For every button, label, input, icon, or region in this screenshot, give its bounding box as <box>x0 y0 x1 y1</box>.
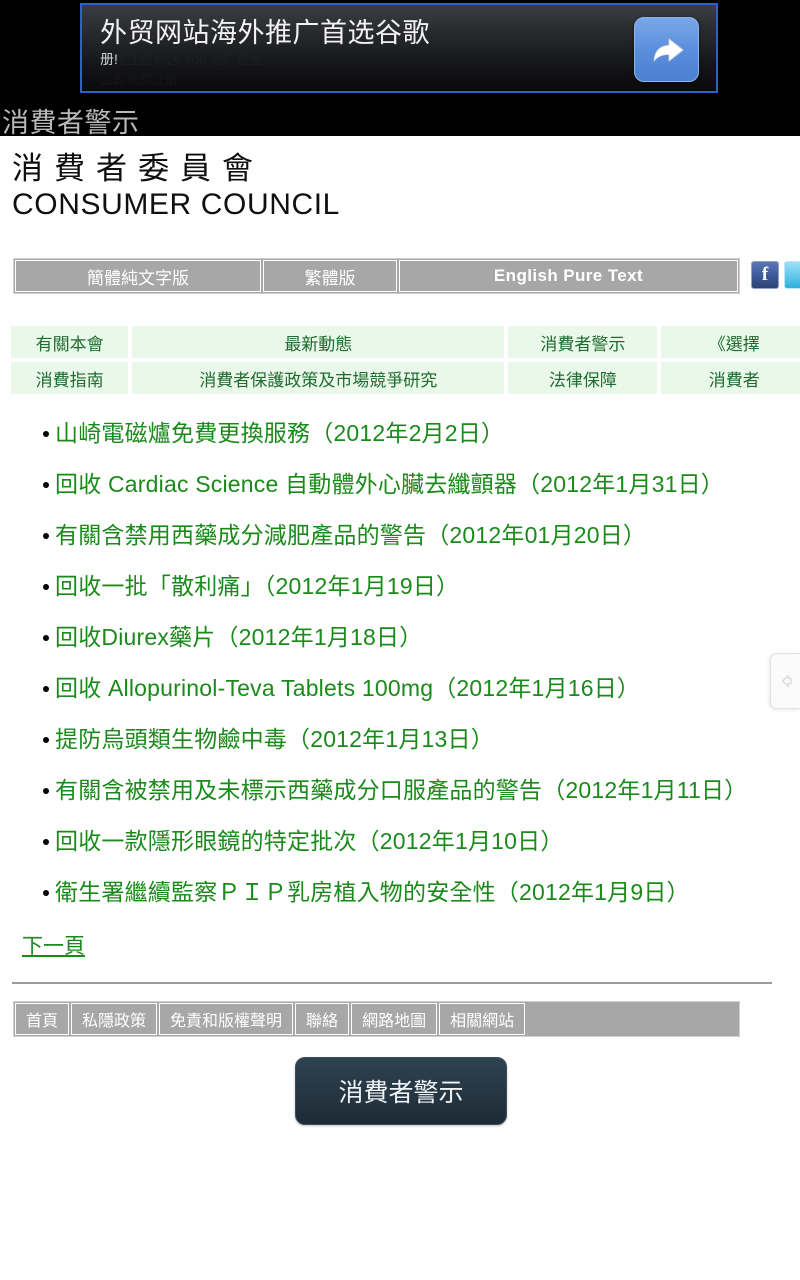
footer-button-privacy-policy[interactable]: 私隱政策 <box>71 1003 158 1035</box>
nav-item-policy-research[interactable]: 消費者保護政策及市場競爭研究 <box>132 362 505 394</box>
chevron-left-icon[interactable] <box>770 653 800 709</box>
ad-subline-faint: 现在注册即送 300 元广告金 <box>100 52 264 67</box>
twitter-icon[interactable] <box>784 261 800 289</box>
alert-link[interactable]: 有關含禁用西藥成分減肥產品的警告（2012年01月20日） <box>55 522 646 548</box>
footer-divider <box>12 982 772 984</box>
ad-subline: 册! <box>100 51 118 67</box>
footer-button-bar: 首頁 私隱政策 免責和版權聲明 聯絡 網路地圖 相關網站 <box>13 1001 740 1037</box>
nav-item-about-us[interactable]: 有關本會 <box>11 326 129 358</box>
consumer-alert-list: 山崎電磁爐免費更換服務（2012年2月2日） 回收 Cardiac Scienc… <box>0 408 800 918</box>
footer-button-home[interactable]: 首頁 <box>15 1003 70 1035</box>
alert-link[interactable]: 回收一批「散利痛」（2012年1月19日） <box>55 573 459 599</box>
social-links: f <box>751 261 800 289</box>
advertisement-banner[interactable]: 外贸网站海外推广首选谷歌 现在注册即送 300 元广告金 立即免费注册 册! <box>80 3 718 93</box>
nav-row-secondary: 消費指南 消費者保護政策及市場競爭研究 法律保障 消費者 <box>11 362 800 394</box>
consumer-alerts-button[interactable]: 消費者警示 <box>295 1057 507 1125</box>
language-button-simplified-plaintext[interactable]: 簡體純文字版 <box>15 260 261 292</box>
nav-row-primary: 有關本會 最新動態 消費者警示 《選擇 <box>11 326 800 358</box>
forward-arrow-icon[interactable] <box>634 17 699 82</box>
ad-headline: 外贸网站海外推广首选谷歌 <box>100 18 430 49</box>
language-button-english-pure-text[interactable]: English Pure Text <box>399 260 738 292</box>
brand-name-english: CONSUMER COUNCIL <box>12 188 340 222</box>
main-navigation: 有關本會 最新動態 消費者警示 《選擇 消費指南 消費者保護政策及市場競爭研究 … <box>11 326 800 394</box>
footer-button-related-sites[interactable]: 相關網站 <box>439 1003 526 1035</box>
list-item: 回收一款隱形眼鏡的特定批次（2012年1月10日） <box>43 816 800 867</box>
alert-link[interactable]: 提防烏頭類生物鹼中毒（2012年1月13日） <box>55 726 494 752</box>
footer-button-contact[interactable]: 聯絡 <box>295 1003 350 1035</box>
alert-link[interactable]: 回收一款隱形眼鏡的特定批次（2012年1月10日） <box>55 828 564 854</box>
list-item: 提防烏頭類生物鹼中毒（2012年1月13日） <box>43 714 800 765</box>
alert-link[interactable]: 有關含被禁用及未標示西藥成分口服產品的警告（2012年1月11日） <box>55 777 747 803</box>
nav-item-consumer-other[interactable]: 消費者 <box>661 362 800 394</box>
list-item: 回收Diurex藥片（2012年1月18日） <box>43 612 800 663</box>
list-item: 有關含被禁用及未標示西藥成分口服產品的警告（2012年1月11日） <box>43 765 800 816</box>
list-item: 有關含禁用西藥成分減肥產品的警告（2012年01月20日） <box>43 510 800 561</box>
alert-link[interactable]: 回收Diurex藥片（2012年1月18日） <box>55 624 422 650</box>
nav-item-latest-news[interactable]: 最新動態 <box>132 326 505 358</box>
nav-item-legal-protection[interactable]: 法律保障 <box>508 362 658 394</box>
alert-link[interactable]: 回收 Cardiac Science 自動體外心臟去纖顫器（2012年1月31日… <box>55 471 724 497</box>
language-selector-bar: 簡體純文字版 繁體版 English Pure Text <box>13 258 740 294</box>
nav-item-consumer-alerts[interactable]: 消費者警示 <box>508 326 658 358</box>
ad-strip: 外贸网站海外推广首选谷歌 现在注册即送 300 元广告金 立即免费注册 册! <box>0 0 800 96</box>
list-item: 回收 Allopurinol-Teva Tablets 100mg（2012年1… <box>43 663 800 714</box>
nav-item-choice-magazine[interactable]: 《選擇 <box>661 326 800 358</box>
page-title-bar: 消費者警示 <box>0 96 800 138</box>
list-item: 衛生署繼續監察ＰＩＰ乳房植入物的安全性（2012年1月9日） <box>43 867 800 918</box>
page-title: 消費者警示 <box>2 108 140 138</box>
nav-item-shopping-guide[interactable]: 消費指南 <box>11 362 129 394</box>
alert-link[interactable]: 回收 Allopurinol-Teva Tablets 100mg（2012年1… <box>55 675 640 701</box>
list-item: 回收一批「散利痛」（2012年1月19日） <box>43 561 800 612</box>
next-page-link[interactable]: 下一頁 <box>22 930 85 960</box>
alert-link[interactable]: 衛生署繼續監察ＰＩＰ乳房植入物的安全性（2012年1月9日） <box>55 879 690 905</box>
site-header: 消費者委員會 CONSUMER COUNCIL <box>0 136 800 223</box>
list-item: 回收 Cardiac Science 自動體外心臟去纖顫器（2012年1月31日… <box>43 459 800 510</box>
language-button-traditional[interactable]: 繁體版 <box>263 260 397 292</box>
footer-button-sitemap[interactable]: 網路地圖 <box>351 1003 438 1035</box>
alert-link[interactable]: 山崎電磁爐免費更換服務（2012年2月2日） <box>55 420 504 446</box>
footer-button-disclaimer-copyright[interactable]: 免責和版權聲明 <box>159 1003 294 1035</box>
ad-subline-faint-secondary: 立即免费注册 <box>100 72 179 87</box>
facebook-icon[interactable]: f <box>751 261 779 289</box>
brand-name-chinese: 消費者委員會 <box>12 151 264 186</box>
list-item: 山崎電磁爐免費更換服務（2012年2月2日） <box>43 408 800 459</box>
